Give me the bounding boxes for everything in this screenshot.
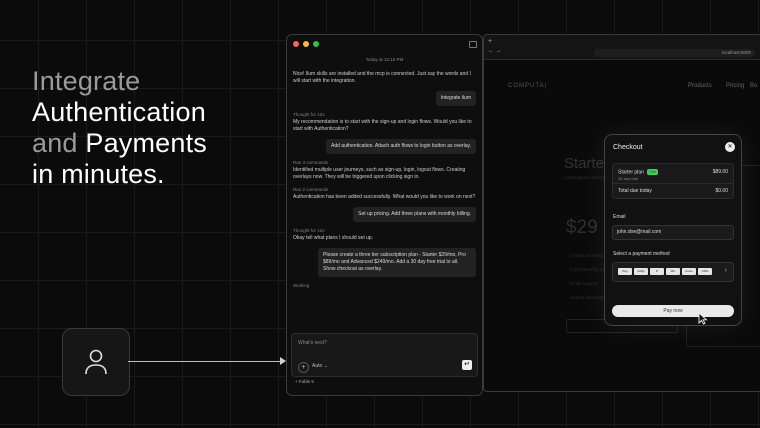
close-window-button[interactable]	[293, 41, 299, 47]
payment-method-label: Select a payment method	[613, 251, 670, 257]
chat-input-placeholder[interactable]: What's next?	[298, 340, 327, 346]
assistant-message: Okay tell what plans I should set up.	[293, 235, 374, 241]
send-button[interactable]: ↵	[462, 360, 472, 370]
status-label: Ran 3 commands	[293, 160, 329, 165]
add-attachment-button[interactable]: +	[298, 362, 309, 373]
plan-amount: $89.00	[712, 169, 728, 175]
site-nav-products[interactable]: Products	[688, 83, 712, 89]
history-nav-buttons[interactable]: ← →	[488, 48, 502, 54]
headline-line-3b: Payments	[85, 128, 208, 158]
headline-line-2: Authentication	[32, 97, 206, 127]
window-controls	[293, 41, 319, 47]
checkout-modal: Checkout ✕ Starter plan Trial 30-day tria…	[604, 134, 742, 326]
due-label: Total due today	[618, 188, 652, 194]
status-label: Working	[293, 283, 310, 288]
headline-line-3a: and	[32, 128, 78, 158]
mouse-cursor-icon	[698, 312, 708, 325]
order-summary: Starter plan Trial 30-day trial $89.00 To…	[612, 163, 734, 199]
apple-pay-icon: Pay	[618, 268, 632, 275]
assistant-message: Authentication has been added successful…	[293, 194, 476, 200]
due-amount: $0.00	[715, 188, 728, 194]
user-message: Integrate ilum	[293, 91, 476, 106]
minimize-window-button[interactable]	[303, 41, 309, 47]
chat-timestamp: Today at 12:15 PM	[365, 57, 404, 62]
site-nav-pricing[interactable]: Pricing	[726, 83, 744, 89]
plan-name: Starter plan Trial	[618, 169, 658, 176]
sidebar-toggle-icon[interactable]	[469, 41, 477, 48]
mode-selector[interactable]: Auto ⌄	[312, 363, 328, 369]
user-message: Please create a three tier subscription …	[293, 248, 476, 277]
new-tab-button[interactable]: +	[488, 38, 492, 45]
paypal-icon: P	[650, 268, 664, 275]
user-message: Add authentication. Attach auth flows to…	[293, 139, 476, 154]
pay-now-button[interactable]: Pay now	[612, 305, 734, 317]
hero-headline: Integrate Authentication and Payments in…	[32, 66, 207, 190]
user-card	[62, 328, 130, 396]
user-message-text: Integrate ilum	[435, 91, 476, 106]
status-label: Ran 2 commands	[293, 187, 329, 192]
user-message-text: Add authentication. Attach auth flows to…	[326, 139, 476, 154]
assistant-message: My recommendation is to start with the s…	[293, 119, 472, 132]
google-pay-icon: GPay	[634, 268, 648, 275]
email-field[interactable]: john.doe@mail.com	[612, 225, 734, 240]
address-bar[interactable]: localhost:5000	[594, 49, 755, 57]
assistant-message: Nice! Ilum skills are installed and the …	[293, 71, 471, 84]
status-label: Thought for 12s	[293, 228, 325, 233]
user-message-text: Set up pricing. Add three plans with mon…	[353, 207, 476, 222]
browser-toolbar: + ← → localhost:5000	[484, 35, 760, 60]
pricing-card-price: $29	[566, 217, 598, 238]
user-icon	[85, 349, 107, 375]
feature-item: Hosted checkout	[570, 295, 604, 300]
chat-composer[interactable]: What's next? + Auto ⌄ ↵	[291, 333, 478, 377]
feature-item: Email support	[570, 281, 598, 286]
email-label: Email	[613, 214, 626, 220]
connector-line	[128, 361, 282, 362]
amex-icon: Amex	[682, 268, 696, 275]
assistant-message: Identified multiple user journeys, such …	[293, 167, 466, 180]
status-label: Thought for 12s	[293, 112, 325, 117]
visa-icon: VISA	[698, 268, 712, 275]
site-logo[interactable]: COMPUTA|	[508, 83, 547, 89]
headline-line-1: Integrate	[32, 66, 141, 96]
close-icon[interactable]: ✕	[725, 142, 735, 152]
summary-divider	[613, 183, 733, 184]
chat-window: Today at 12:15 PM Nice! Ilum skills are …	[286, 34, 483, 396]
pricing-card-title: Starter	[564, 155, 610, 172]
maximize-window-button[interactable]	[313, 41, 319, 47]
headline-line-4: in minutes.	[32, 159, 165, 189]
trial-badge: Trial	[646, 169, 658, 175]
payment-method-logos: Pay GPay P MC Amex VISA	[618, 268, 712, 275]
chevron-right-icon[interactable]: ›	[725, 267, 727, 274]
feature-item: 2 seats included	[570, 253, 603, 258]
model-selector[interactable]: + Fable 5	[295, 379, 314, 384]
plan-trial: 30-day trial	[618, 176, 638, 181]
user-message: Set up pricing. Add three plans with mon…	[293, 207, 476, 222]
user-message-text: Please create a three tier subscription …	[318, 248, 476, 277]
checkout-title: Checkout	[613, 144, 643, 151]
mastercard-icon: MC	[666, 268, 680, 275]
site-nav-more[interactable]: Bo	[750, 83, 757, 89]
payment-method-selector[interactable]: Pay GPay P MC Amex VISA ›	[612, 262, 734, 282]
message-list: Nice! Ilum skills are installed and the …	[293, 71, 476, 290]
